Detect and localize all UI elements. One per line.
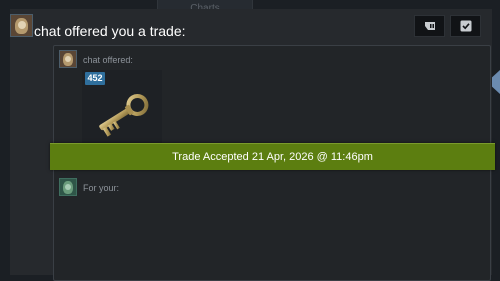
receiver-avatar xyxy=(59,178,77,196)
trade-title: chat offered you a trade: xyxy=(34,23,186,39)
ticket-icon xyxy=(424,22,435,30)
offered-label: chat offered: xyxy=(83,55,133,65)
sender-avatar[interactable] xyxy=(10,14,33,37)
offerer-avatar xyxy=(59,50,77,68)
offered-item-tile[interactable]: 452 xyxy=(82,70,162,150)
accept-check-button[interactable] xyxy=(450,15,481,37)
key-icon xyxy=(99,93,149,137)
checkmark-icon xyxy=(460,20,471,32)
trade-accepted-banner: Trade Accepted 21 Apr, 2026 @ 11:46pm xyxy=(50,143,495,170)
for-your-label: For your: xyxy=(83,183,120,193)
ticket-button[interactable] xyxy=(414,15,445,37)
trade-offer-panel: chat offered you a trade: chat offered: … xyxy=(10,9,495,281)
